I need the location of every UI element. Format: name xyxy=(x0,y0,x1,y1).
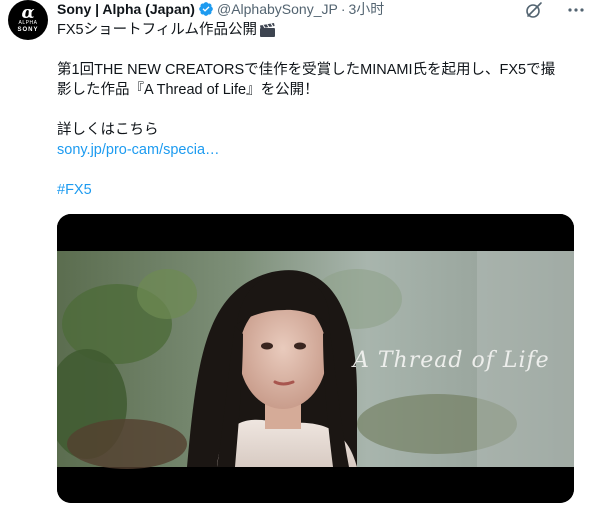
hashtag-link[interactable]: #FX5 xyxy=(57,180,586,200)
video-media[interactable]: A Thread of Life xyxy=(57,214,574,503)
tweet-line: FX5ショートフィルム作品公開 xyxy=(57,20,586,40)
tweet-text: FX5ショートフィルム作品公開 第1回THE NEW CREATORSで佳作を受… xyxy=(57,20,586,200)
user-handle[interactable]: @AlphabySony_JP xyxy=(217,1,338,17)
tweet-header: Sony | Alpha (Japan) @AlphabySony_JP · 3… xyxy=(57,0,586,18)
tweet: α ALPHA SONY Sony | Alpha (Japan) @Alpha… xyxy=(0,0,600,512)
grok-icon[interactable] xyxy=(524,0,544,20)
avatar[interactable]: α ALPHA SONY xyxy=(8,0,48,40)
sony-logo-label: SONY xyxy=(17,27,39,33)
header-actions xyxy=(524,0,586,20)
display-name[interactable]: Sony | Alpha (Japan) xyxy=(57,1,195,17)
tweet-line: 影した作品『A Thread of Life』を公開！ xyxy=(57,82,319,98)
tweet-link[interactable]: sony.jp/pro-cam/specia… xyxy=(57,140,586,160)
video-frame: A Thread of Life xyxy=(57,214,574,503)
alpha-logo-glyph: α xyxy=(21,3,35,23)
clapper-board-emoji-icon xyxy=(259,22,277,38)
timestamp[interactable]: 3小时 xyxy=(349,0,385,19)
tweet-line: 詳しくはこちら xyxy=(57,122,159,138)
separator-dot: · xyxy=(340,1,346,17)
tweet-title-text: FX5ショートフィルム作品公開 xyxy=(57,22,258,38)
verified-badge-icon xyxy=(198,1,214,17)
tweet-content: Sony | Alpha (Japan) @AlphabySony_JP · 3… xyxy=(57,0,586,503)
more-options-icon[interactable] xyxy=(566,0,586,20)
film-title-overlay: A Thread of Life xyxy=(351,348,550,373)
tweet-line: 第1回THE NEW CREATORSで佳作を受賞したMINAMI氏を起用し、F… xyxy=(57,62,556,78)
